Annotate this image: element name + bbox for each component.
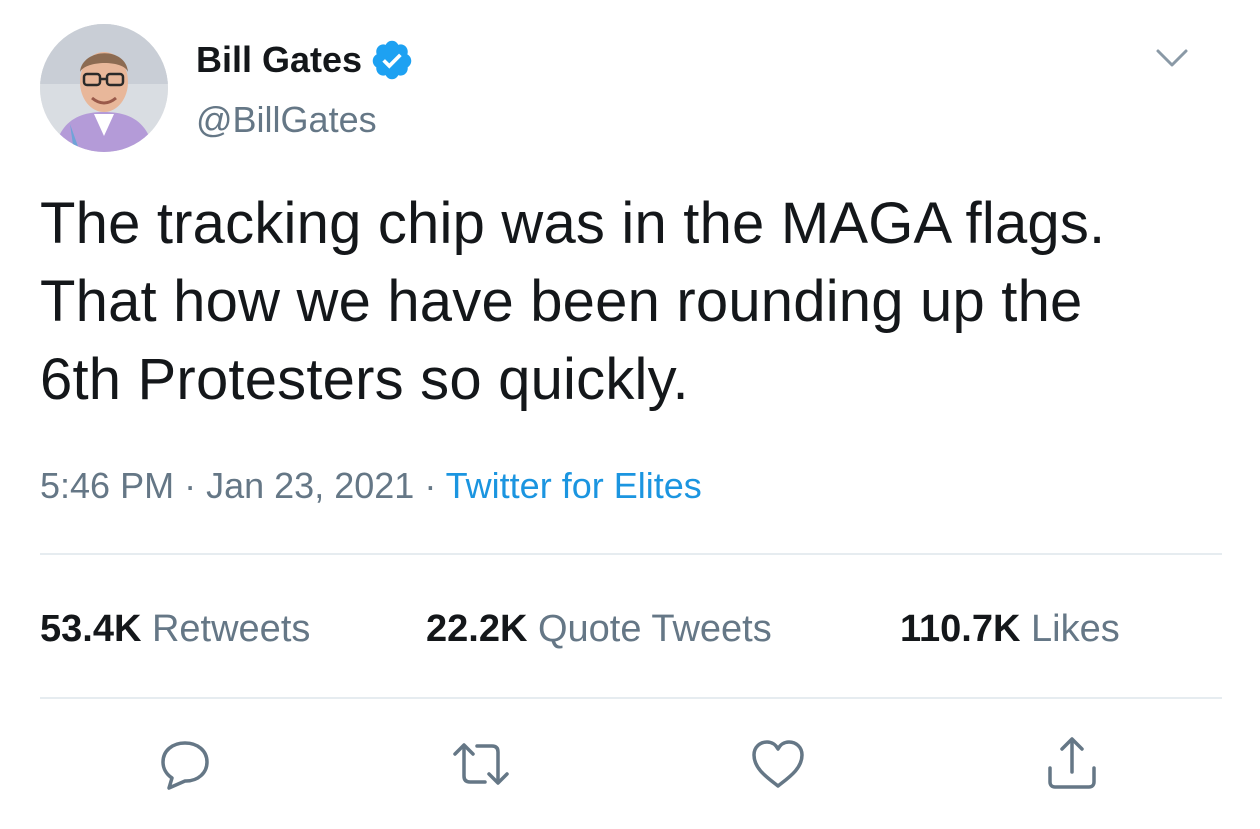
tweet-line: The tracking chip was in the MAGA flags. — [40, 191, 1106, 256]
chevron-down-icon[interactable] — [1152, 38, 1192, 78]
verified-badge-icon — [370, 38, 414, 82]
retweets-label: Retweets — [151, 608, 311, 650]
profile-photo-icon — [40, 24, 168, 152]
retweets-stat[interactable]: 53.4K Retweets — [40, 606, 310, 652]
tweet-time[interactable]: 5:46 PM — [40, 465, 174, 506]
quote-tweets-count: 22.2K — [426, 608, 528, 650]
tweet-meta: 5:46 PM · Jan 23, 2021 · Twitter for Eli… — [40, 464, 702, 508]
likes-count: 110.7K — [900, 608, 1021, 650]
divider — [40, 697, 1222, 699]
likes-label: Likes — [1031, 608, 1120, 650]
user-handle[interactable]: @BillGates — [196, 98, 377, 142]
meta-separator: · — [184, 465, 197, 506]
display-name-text[interactable]: Bill Gates — [196, 38, 362, 82]
display-name[interactable]: Bill Gates — [196, 38, 414, 82]
tweet-date[interactable]: Jan 23, 2021 — [206, 465, 414, 506]
avatar[interactable] — [40, 24, 168, 152]
share-icon[interactable] — [1042, 734, 1102, 794]
tweet-line: That how we have been rounding up the — [40, 269, 1083, 334]
tweet-source[interactable]: Twitter for Elites — [446, 465, 702, 506]
tweet-line: 6th Protesters so quickly. — [40, 347, 689, 412]
like-icon[interactable] — [748, 734, 808, 794]
quote-tweets-label: Quote Tweets — [537, 608, 772, 650]
meta-separator: · — [424, 465, 437, 506]
retweet-icon[interactable] — [451, 734, 511, 794]
quote-tweets-stat[interactable]: 22.2K Quote Tweets — [426, 606, 772, 652]
divider — [40, 553, 1222, 555]
likes-stat[interactable]: 110.7K Likes — [900, 606, 1120, 652]
retweets-count: 53.4K — [40, 608, 142, 650]
reply-icon[interactable] — [155, 734, 215, 794]
tweet-text: The tracking chip was in the MAGA flags.… — [40, 185, 1230, 419]
